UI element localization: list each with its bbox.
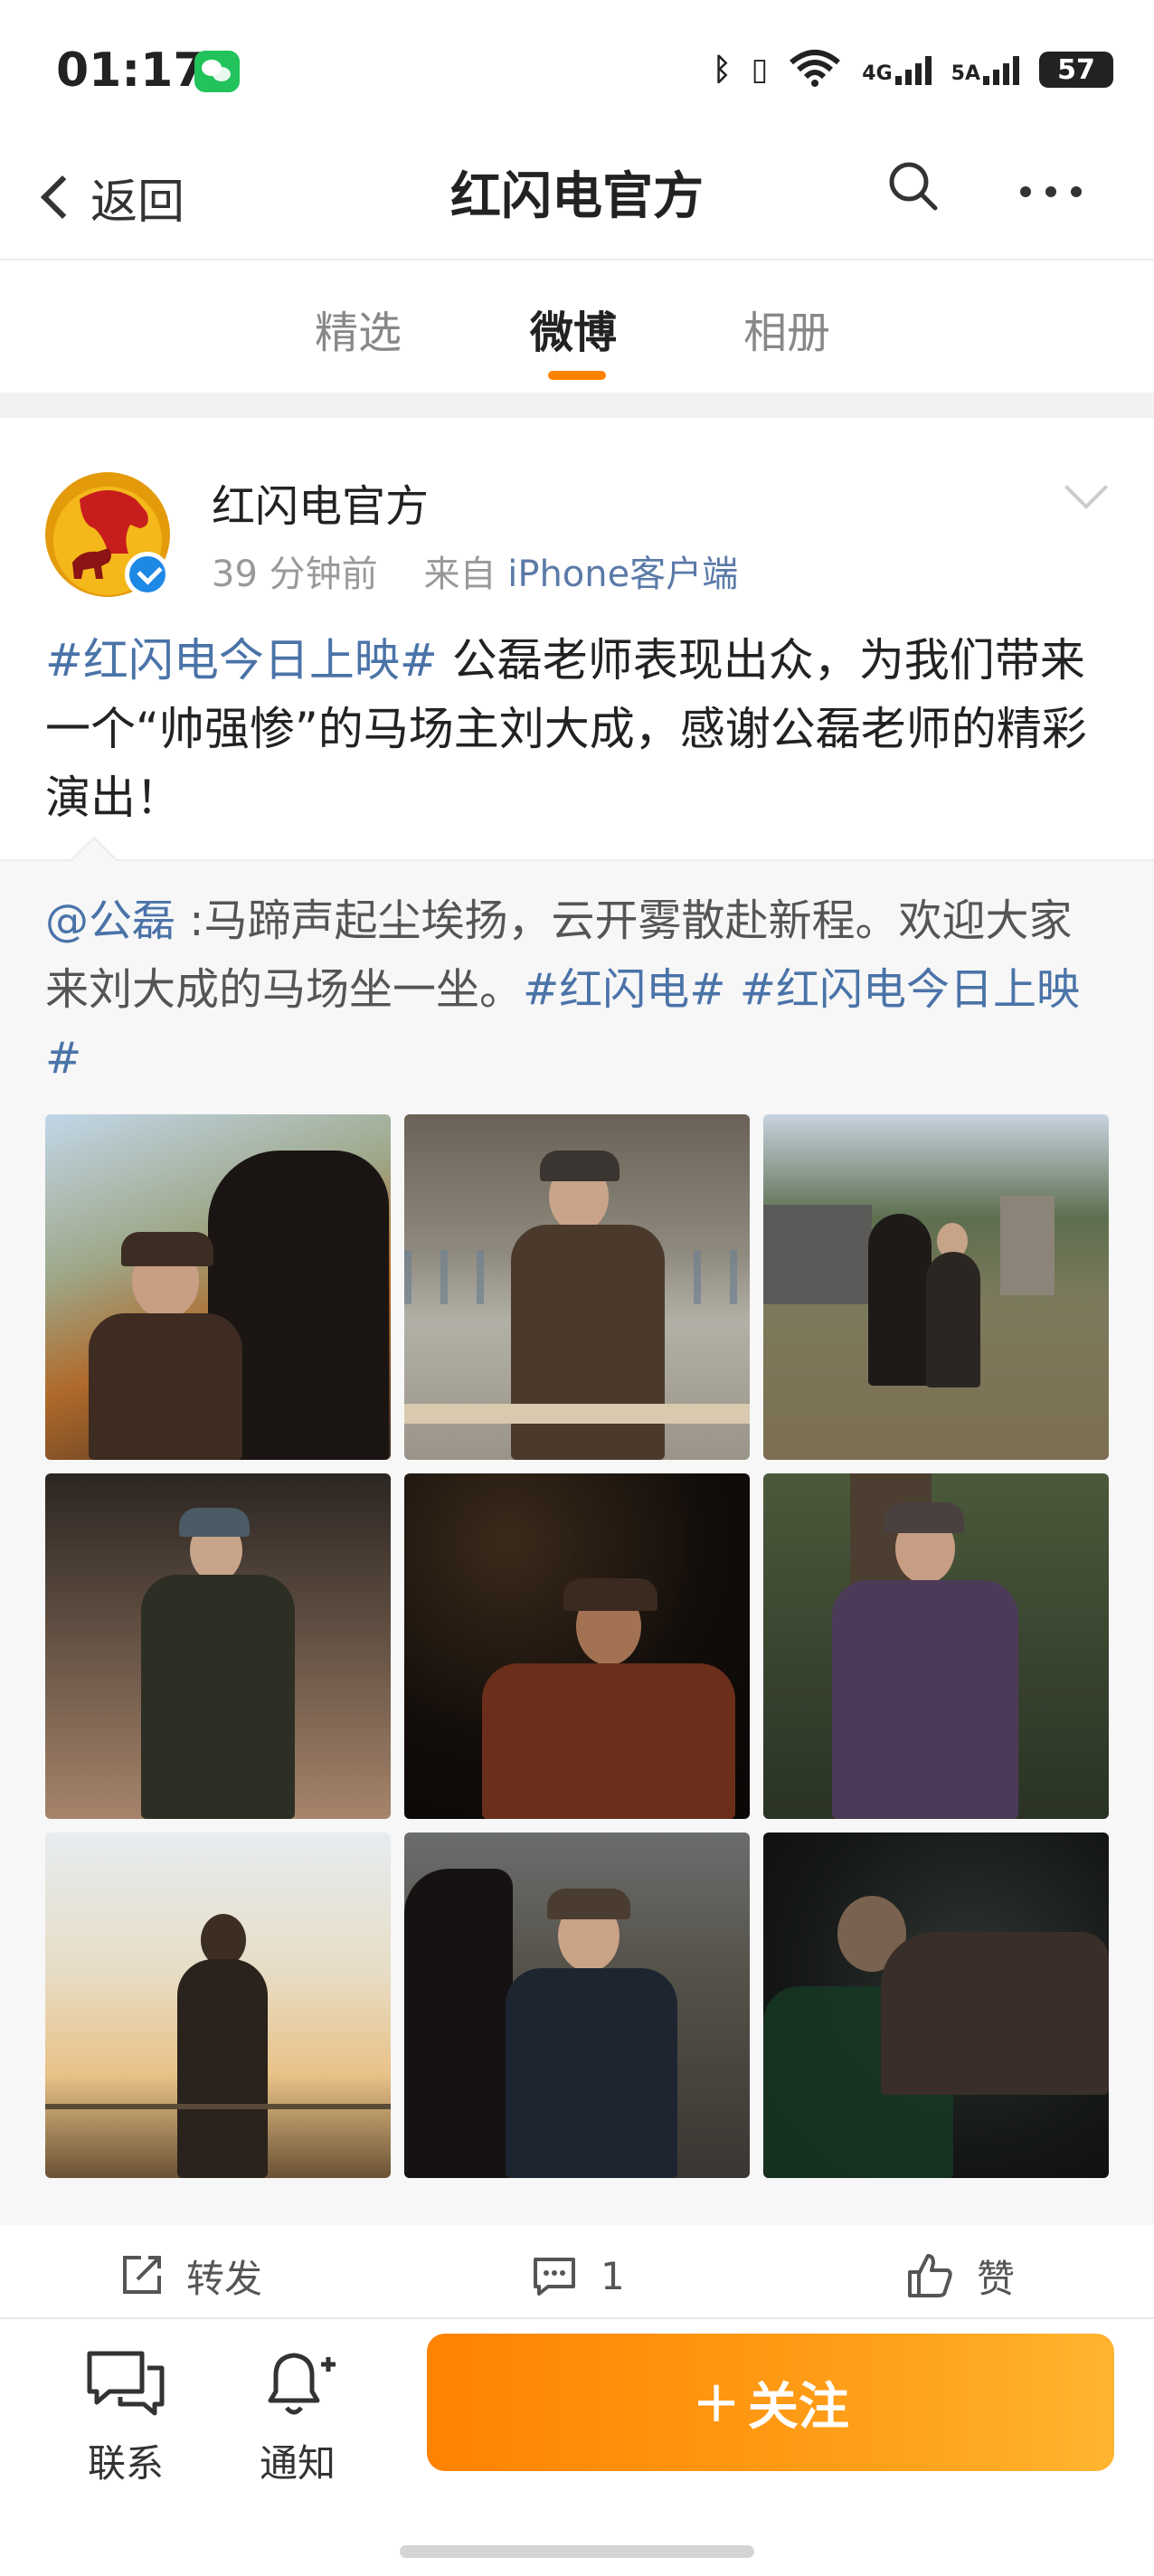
- status-bar: 01:17 ᛒ ▯ 4G 5A 57: [0, 0, 1154, 136]
- post-time: 39 分钟前: [212, 554, 378, 595]
- vibrate-icon: ▯: [751, 52, 769, 88]
- navigation-bar: 返回 红闪电官方: [0, 136, 1154, 259]
- topic-link[interactable]: #红闪电#: [523, 964, 725, 1015]
- search-icon[interactable]: [884, 157, 942, 215]
- repost-button[interactable]: 转发: [118, 2249, 262, 2303]
- photo[interactable]: [404, 1833, 750, 2178]
- author-name[interactable]: 红闪电官方: [212, 470, 429, 534]
- page-title: 红闪电官方: [450, 167, 704, 226]
- comment-count: 1: [601, 2253, 625, 2298]
- photo[interactable]: [404, 1473, 750, 1819]
- bluetooth-icon: ᛒ: [713, 52, 732, 88]
- repost-notch: [71, 836, 118, 883]
- photo[interactable]: [404, 1114, 750, 1460]
- thumbs-up-icon: [908, 2254, 952, 2297]
- repost-body: @公磊 :马蹄声起尘埃扬，云开雾散赴新程。欢迎大家来刘大成的马场坐一坐。#红闪电…: [45, 886, 1112, 1093]
- verified-badge-icon: [125, 552, 170, 597]
- share-icon: [123, 2256, 161, 2294]
- like-button[interactable]: 赞: [904, 2249, 1015, 2303]
- home-indicator[interactable]: [400, 2545, 754, 2558]
- photo[interactable]: [763, 1114, 1109, 1460]
- wifi-icon: [788, 48, 842, 91]
- clock: 01:17: [56, 43, 206, 98]
- comment-button[interactable]: 1: [530, 2249, 625, 2303]
- photo[interactable]: [763, 1833, 1109, 2178]
- plus-icon: +: [692, 2369, 741, 2436]
- network-5a-label: 5A: [951, 62, 980, 85]
- contact-button[interactable]: 联系: [67, 2346, 184, 2488]
- follow-label: 关注: [747, 2377, 849, 2437]
- wechat-notification-icon: [194, 51, 240, 92]
- notify-button[interactable]: 通知: [239, 2346, 356, 2488]
- bell-plus-icon: [268, 2353, 336, 2415]
- repost-label: 转发: [186, 2256, 263, 2301]
- post-source-prefix: 来自: [423, 554, 497, 595]
- photo[interactable]: [763, 1473, 1109, 1819]
- chat-icon: [87, 2351, 165, 2416]
- contact-label: 联系: [87, 2441, 164, 2486]
- bottom-bar: 联系 通知 + 关注: [0, 2317, 1154, 2576]
- tab-featured[interactable]: 精选: [315, 297, 402, 360]
- battery-level: 57: [1057, 53, 1095, 86]
- post-actions: 转发 1 赞: [0, 2225, 1154, 2316]
- comment-icon: [534, 2258, 575, 2296]
- chevron-down-icon[interactable]: [1064, 465, 1109, 510]
- post-card: 红闪电官方 39 分钟前 来自 iPhone客户端 #红闪电今日上映# 公磊老师…: [0, 418, 1154, 2317]
- post-source[interactable]: iPhone客户端: [507, 554, 738, 595]
- photo[interactable]: [45, 1473, 391, 1819]
- follow-button[interactable]: + 关注: [427, 2334, 1114, 2471]
- tab-album[interactable]: 相册: [743, 297, 830, 360]
- topic-link[interactable]: #红闪电今日上映#: [45, 634, 438, 687]
- battery-icon: 57: [1039, 52, 1113, 88]
- more-icon[interactable]: [1020, 186, 1082, 197]
- post-meta: 39 分钟前 来自 iPhone客户端: [212, 545, 738, 597]
- profile-tabs: 精选 微博 相册: [0, 259, 1154, 393]
- system-icons: ᛒ ▯ 4G 5A 57: [713, 47, 1113, 92]
- photo-grid: [45, 1114, 1109, 2178]
- photo[interactable]: [45, 1833, 391, 2178]
- signal-icon: [983, 54, 1019, 85]
- like-label: 赞: [977, 2256, 1016, 2301]
- mention-link[interactable]: @公磊: [45, 895, 175, 946]
- tab-weibo[interactable]: 微博: [530, 297, 617, 360]
- post-body: #红闪电今日上映# 公磊老师表现出众，为我们带来一个“帅强惨”的马场主刘大成，感…: [45, 626, 1112, 832]
- photo[interactable]: [45, 1114, 391, 1460]
- network-4g-label: 4G: [862, 62, 893, 85]
- repost-block[interactable]: @公磊 :马蹄声起尘埃扬，云开雾散赴新程。欢迎大家来刘大成的马场坐一坐。#红闪电…: [0, 836, 1154, 2281]
- signal-icon: [894, 54, 932, 85]
- notify-label: 通知: [259, 2441, 336, 2486]
- active-tab-indicator: [548, 371, 606, 380]
